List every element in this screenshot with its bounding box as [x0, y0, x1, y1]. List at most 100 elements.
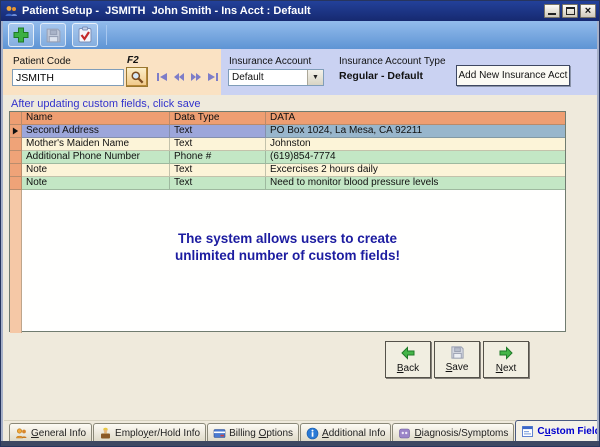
add-insurance-button[interactable]: Add New Insurance Acct: [456, 65, 570, 86]
info-icon: [306, 427, 319, 440]
cell-data: PO Box 1024, La Mesa, CA 92211: [266, 125, 565, 138]
first-record-button[interactable]: [155, 71, 168, 82]
wizard-buttons: Back Save Next: [385, 341, 529, 378]
next-button[interactable]: Next: [483, 341, 529, 378]
employer-icon: [99, 427, 112, 440]
cell-type: Text: [170, 138, 266, 151]
cell-data: (619)854-7774: [266, 151, 565, 164]
selector-header-cell: [10, 112, 22, 125]
previous-record-icon: [173, 72, 185, 82]
next-arrow-icon: [498, 345, 514, 361]
minimize-icon: [548, 13, 556, 15]
title-bar[interactable]: Patient Setup - JSMITH John Smith - Ins …: [1, 1, 599, 21]
minimize-button[interactable]: [544, 4, 560, 18]
insurance-account-label: Insurance Account: [229, 56, 311, 67]
cell-name: Second Address: [22, 125, 170, 138]
next-record-icon: [190, 72, 202, 82]
cell-type: Text: [170, 164, 266, 177]
diagnosis-icon: [398, 427, 411, 440]
f2-shortcut-label: F2: [127, 55, 139, 66]
last-record-icon: [207, 72, 219, 82]
table-row[interactable]: Second Address Text PO Box 1024, La Mesa…: [10, 125, 565, 138]
cell-name: Additional Phone Number: [22, 151, 170, 164]
promo-message-line2: unlimited number of custom fields!: [10, 247, 565, 264]
app-icon: [4, 4, 18, 18]
billing-icon: [213, 427, 226, 440]
row-selector[interactable]: [10, 138, 22, 151]
close-icon: ×: [581, 4, 595, 18]
custom-fields-icon: [521, 425, 534, 438]
search-icon: [130, 70, 145, 85]
cell-data: Johnston: [266, 138, 565, 151]
insurance-type-value: Regular - Default: [339, 70, 423, 82]
window-title: Patient Setup - JSMITH John Smith - Ins …: [22, 5, 544, 17]
row-selector[interactable]: [10, 177, 22, 190]
back-arrow-icon: [400, 345, 416, 361]
record-navigator: [155, 71, 219, 82]
table-row[interactable]: Additional Phone Number Phone # (619)854…: [10, 151, 565, 164]
chevron-down-icon[interactable]: ▼: [307, 70, 323, 85]
window-left-frame: [1, 21, 3, 446]
section-tabbar: General Info Employer/Hold Info Billing …: [4, 420, 596, 442]
verify-button[interactable]: [72, 23, 98, 47]
first-record-icon: [156, 72, 168, 82]
tab-billing-options[interactable]: Billing Options: [207, 423, 299, 442]
tab-custom-fields[interactable]: Custom Fields: [515, 420, 600, 442]
insurance-type-label: Insurance Account Type: [339, 56, 446, 67]
main-toolbar: [2, 21, 598, 49]
maximize-icon: [566, 7, 575, 15]
column-header-data[interactable]: DATA: [266, 112, 565, 125]
patient-search-button[interactable]: [126, 67, 148, 87]
table-row[interactable]: Note Text Need to monitor blood pressure…: [10, 177, 565, 190]
save-button[interactable]: Save: [434, 341, 480, 378]
cell-type: Text: [170, 177, 266, 190]
add-patient-button[interactable]: [8, 23, 34, 47]
floppy-icon: [450, 345, 465, 360]
patient-code-input[interactable]: [12, 69, 124, 86]
insurance-panel: Insurance Account Default ▼ Insurance Ac…: [221, 49, 597, 95]
cell-data: Need to monitor blood pressure levels: [266, 177, 565, 190]
cell-name: Note: [22, 164, 170, 177]
promo-message: The system allows users to create unlimi…: [10, 230, 565, 264]
next-record-button[interactable]: [189, 71, 202, 82]
status-message: After updating custom fields, click save: [11, 98, 201, 110]
next-label: Next: [496, 363, 517, 374]
close-button[interactable]: ×: [580, 4, 596, 18]
cell-name: Mother's Maiden Name: [22, 138, 170, 151]
people-icon: [15, 427, 28, 440]
tab-diagnosis-symptoms[interactable]: Diagnosis/Symptoms: [392, 423, 514, 442]
toolbar-separator: [106, 25, 107, 45]
last-record-button[interactable]: [206, 71, 219, 82]
promo-message-line1: The system allows users to create: [10, 230, 565, 247]
insurance-account-value: Default: [229, 70, 307, 85]
back-button[interactable]: Back: [385, 341, 431, 378]
column-header-data-type[interactable]: Data Type: [170, 112, 266, 125]
clipboard-check-icon: [76, 26, 94, 44]
cell-name: Note: [22, 177, 170, 190]
insurance-account-select[interactable]: Default ▼: [228, 69, 324, 86]
table-row[interactable]: Mother's Maiden Name Text Johnston: [10, 138, 565, 151]
save-icon: [45, 27, 62, 44]
row-selector[interactable]: [10, 164, 22, 177]
table-row[interactable]: Note Text Excercises 2 hours daily: [10, 164, 565, 177]
cell-type: Text: [170, 125, 266, 138]
tab-employer-hold-info[interactable]: Employer/Hold Info: [93, 423, 206, 442]
patient-code-panel: Patient Code F2: [3, 49, 221, 95]
column-header-name[interactable]: Name: [22, 112, 170, 125]
cell-type: Phone #: [170, 151, 266, 164]
maximize-button[interactable]: [562, 4, 578, 18]
row-selector[interactable]: [10, 125, 22, 138]
window-bottom-frame: [1, 441, 599, 446]
custom-fields-grid: Name Data Type DATA Second Address Text …: [9, 111, 566, 332]
cell-data: Excercises 2 hours daily: [266, 164, 565, 177]
tab-general-info[interactable]: General Info: [9, 423, 92, 442]
window-right-frame: [597, 21, 599, 446]
tab-additional-info[interactable]: Additional Info: [300, 423, 391, 442]
save-toolbar-button[interactable]: [40, 23, 66, 47]
grid-header-row: Name Data Type DATA: [10, 112, 565, 125]
row-selector[interactable]: [10, 151, 22, 164]
save-label: Save: [446, 362, 469, 373]
patient-setup-window: Patient Setup - JSMITH John Smith - Ins …: [0, 0, 600, 447]
previous-record-button[interactable]: [172, 71, 185, 82]
current-row-arrow-icon: [12, 127, 19, 135]
